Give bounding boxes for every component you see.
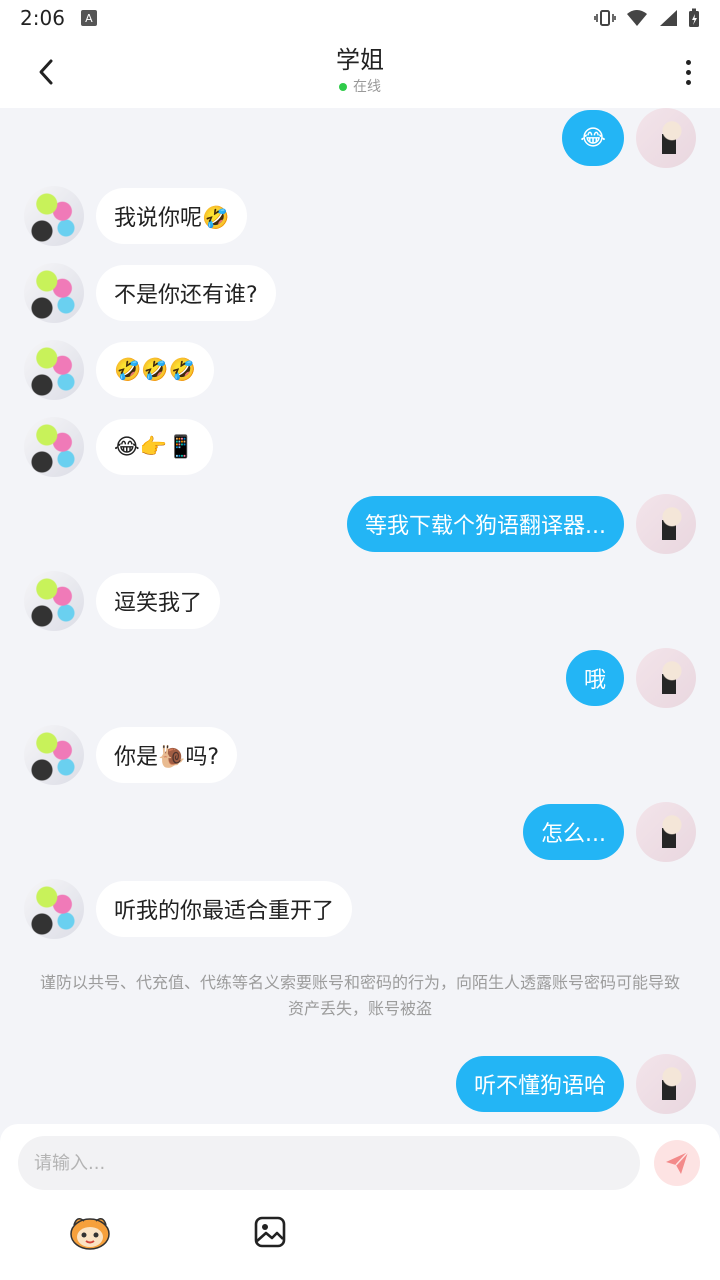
- my-avatar[interactable]: [636, 648, 696, 708]
- image-icon: [254, 1216, 286, 1248]
- message-bubble-incoming[interactable]: 逗笑我了: [96, 573, 221, 629]
- status-icons: [594, 8, 700, 28]
- status-time: 2:06: [20, 6, 65, 30]
- message-bubble-incoming[interactable]: 🤣🤣🤣: [96, 342, 215, 398]
- security-notice: 谨防以共号、代充值、代练等名义索要账号和密码的行为，向陌生人透露账号密码可能导致…: [40, 973, 681, 1018]
- online-status: 在线: [339, 77, 381, 97]
- message-row: 我说你呢🤣: [0, 186, 720, 246]
- online-status-label: 在线: [353, 79, 381, 95]
- message-row: 😂👉📱: [0, 417, 720, 477]
- contact-avatar[interactable]: [24, 263, 84, 323]
- message-row: 不是你还有谁?: [0, 263, 720, 323]
- message-bubble-incoming[interactable]: 不是你还有谁?: [96, 265, 276, 321]
- contact-avatar[interactable]: [24, 571, 84, 631]
- chat-header: 学姐 在线: [0, 36, 720, 108]
- contact-avatar[interactable]: [24, 186, 84, 246]
- signal-icon: [660, 10, 677, 26]
- message-row: 听我的你最适合重开了: [0, 879, 720, 939]
- more-vertical-icon: [685, 59, 691, 65]
- message-bubble-incoming[interactable]: 😂👉📱: [96, 419, 213, 475]
- message-bubble-outgoing[interactable]: 听不懂狗语哈: [455, 1056, 624, 1112]
- message-row: 听不懂狗语哈: [0, 1054, 720, 1114]
- message-input[interactable]: [18, 1136, 640, 1190]
- send-button[interactable]: [654, 1140, 700, 1186]
- my-avatar[interactable]: [636, 108, 696, 168]
- page-title: 学姐: [336, 46, 384, 74]
- battery-icon: [689, 8, 699, 27]
- contact-avatar[interactable]: [24, 879, 84, 939]
- input-panel: [0, 1124, 720, 1280]
- title-area: 学姐 在线: [0, 44, 720, 97]
- contact-avatar[interactable]: [24, 725, 84, 785]
- message-bubble-outgoing[interactable]: 哦: [565, 650, 624, 706]
- message-row: 等我下载个狗语翻译器...: [0, 494, 720, 554]
- wifi-icon: [627, 10, 647, 26]
- image-picker-button[interactable]: [247, 1212, 293, 1252]
- contact-avatar[interactable]: [24, 417, 84, 477]
- message-bubble-incoming[interactable]: 你是🐌吗?: [96, 727, 238, 783]
- chat-message-list[interactable]: 😂 我说你呢🤣 不是你还有谁? 🤣🤣🤣 😂👉📱 等我下载个狗语翻译器... 逗笑…: [0, 108, 720, 1124]
- message-bubble-outgoing[interactable]: 😂: [562, 110, 624, 166]
- message-bubble-incoming[interactable]: 听我的你最适合重开了: [96, 881, 353, 937]
- online-dot-icon: [339, 83, 347, 91]
- my-avatar[interactable]: [636, 802, 696, 862]
- notification-icon: A: [80, 10, 97, 26]
- message-row: 怎么...: [0, 802, 720, 862]
- status-bar: 2:06 A: [0, 0, 720, 36]
- vibrate-icon: [594, 10, 616, 26]
- message-row: 逗笑我了: [0, 571, 720, 631]
- message-row: 😂: [0, 108, 720, 168]
- message-bubble-incoming[interactable]: 我说你呢🤣: [96, 188, 248, 244]
- my-avatar[interactable]: [636, 1054, 696, 1114]
- message-row: 哦: [0, 648, 720, 708]
- send-icon: [666, 1151, 689, 1174]
- message-row: 你是🐌吗?: [0, 725, 720, 785]
- mascot-icon: [70, 1218, 110, 1250]
- message-bubble-outgoing[interactable]: 怎么...: [523, 804, 624, 860]
- more-options-button[interactable]: [676, 54, 700, 90]
- message-bubble-outgoing[interactable]: 等我下载个狗语翻译器...: [347, 496, 624, 552]
- mascot-emoji-button[interactable]: [67, 1212, 113, 1252]
- my-avatar[interactable]: [636, 494, 696, 554]
- message-row: 🤣🤣🤣: [0, 340, 720, 400]
- contact-avatar[interactable]: [24, 340, 84, 400]
